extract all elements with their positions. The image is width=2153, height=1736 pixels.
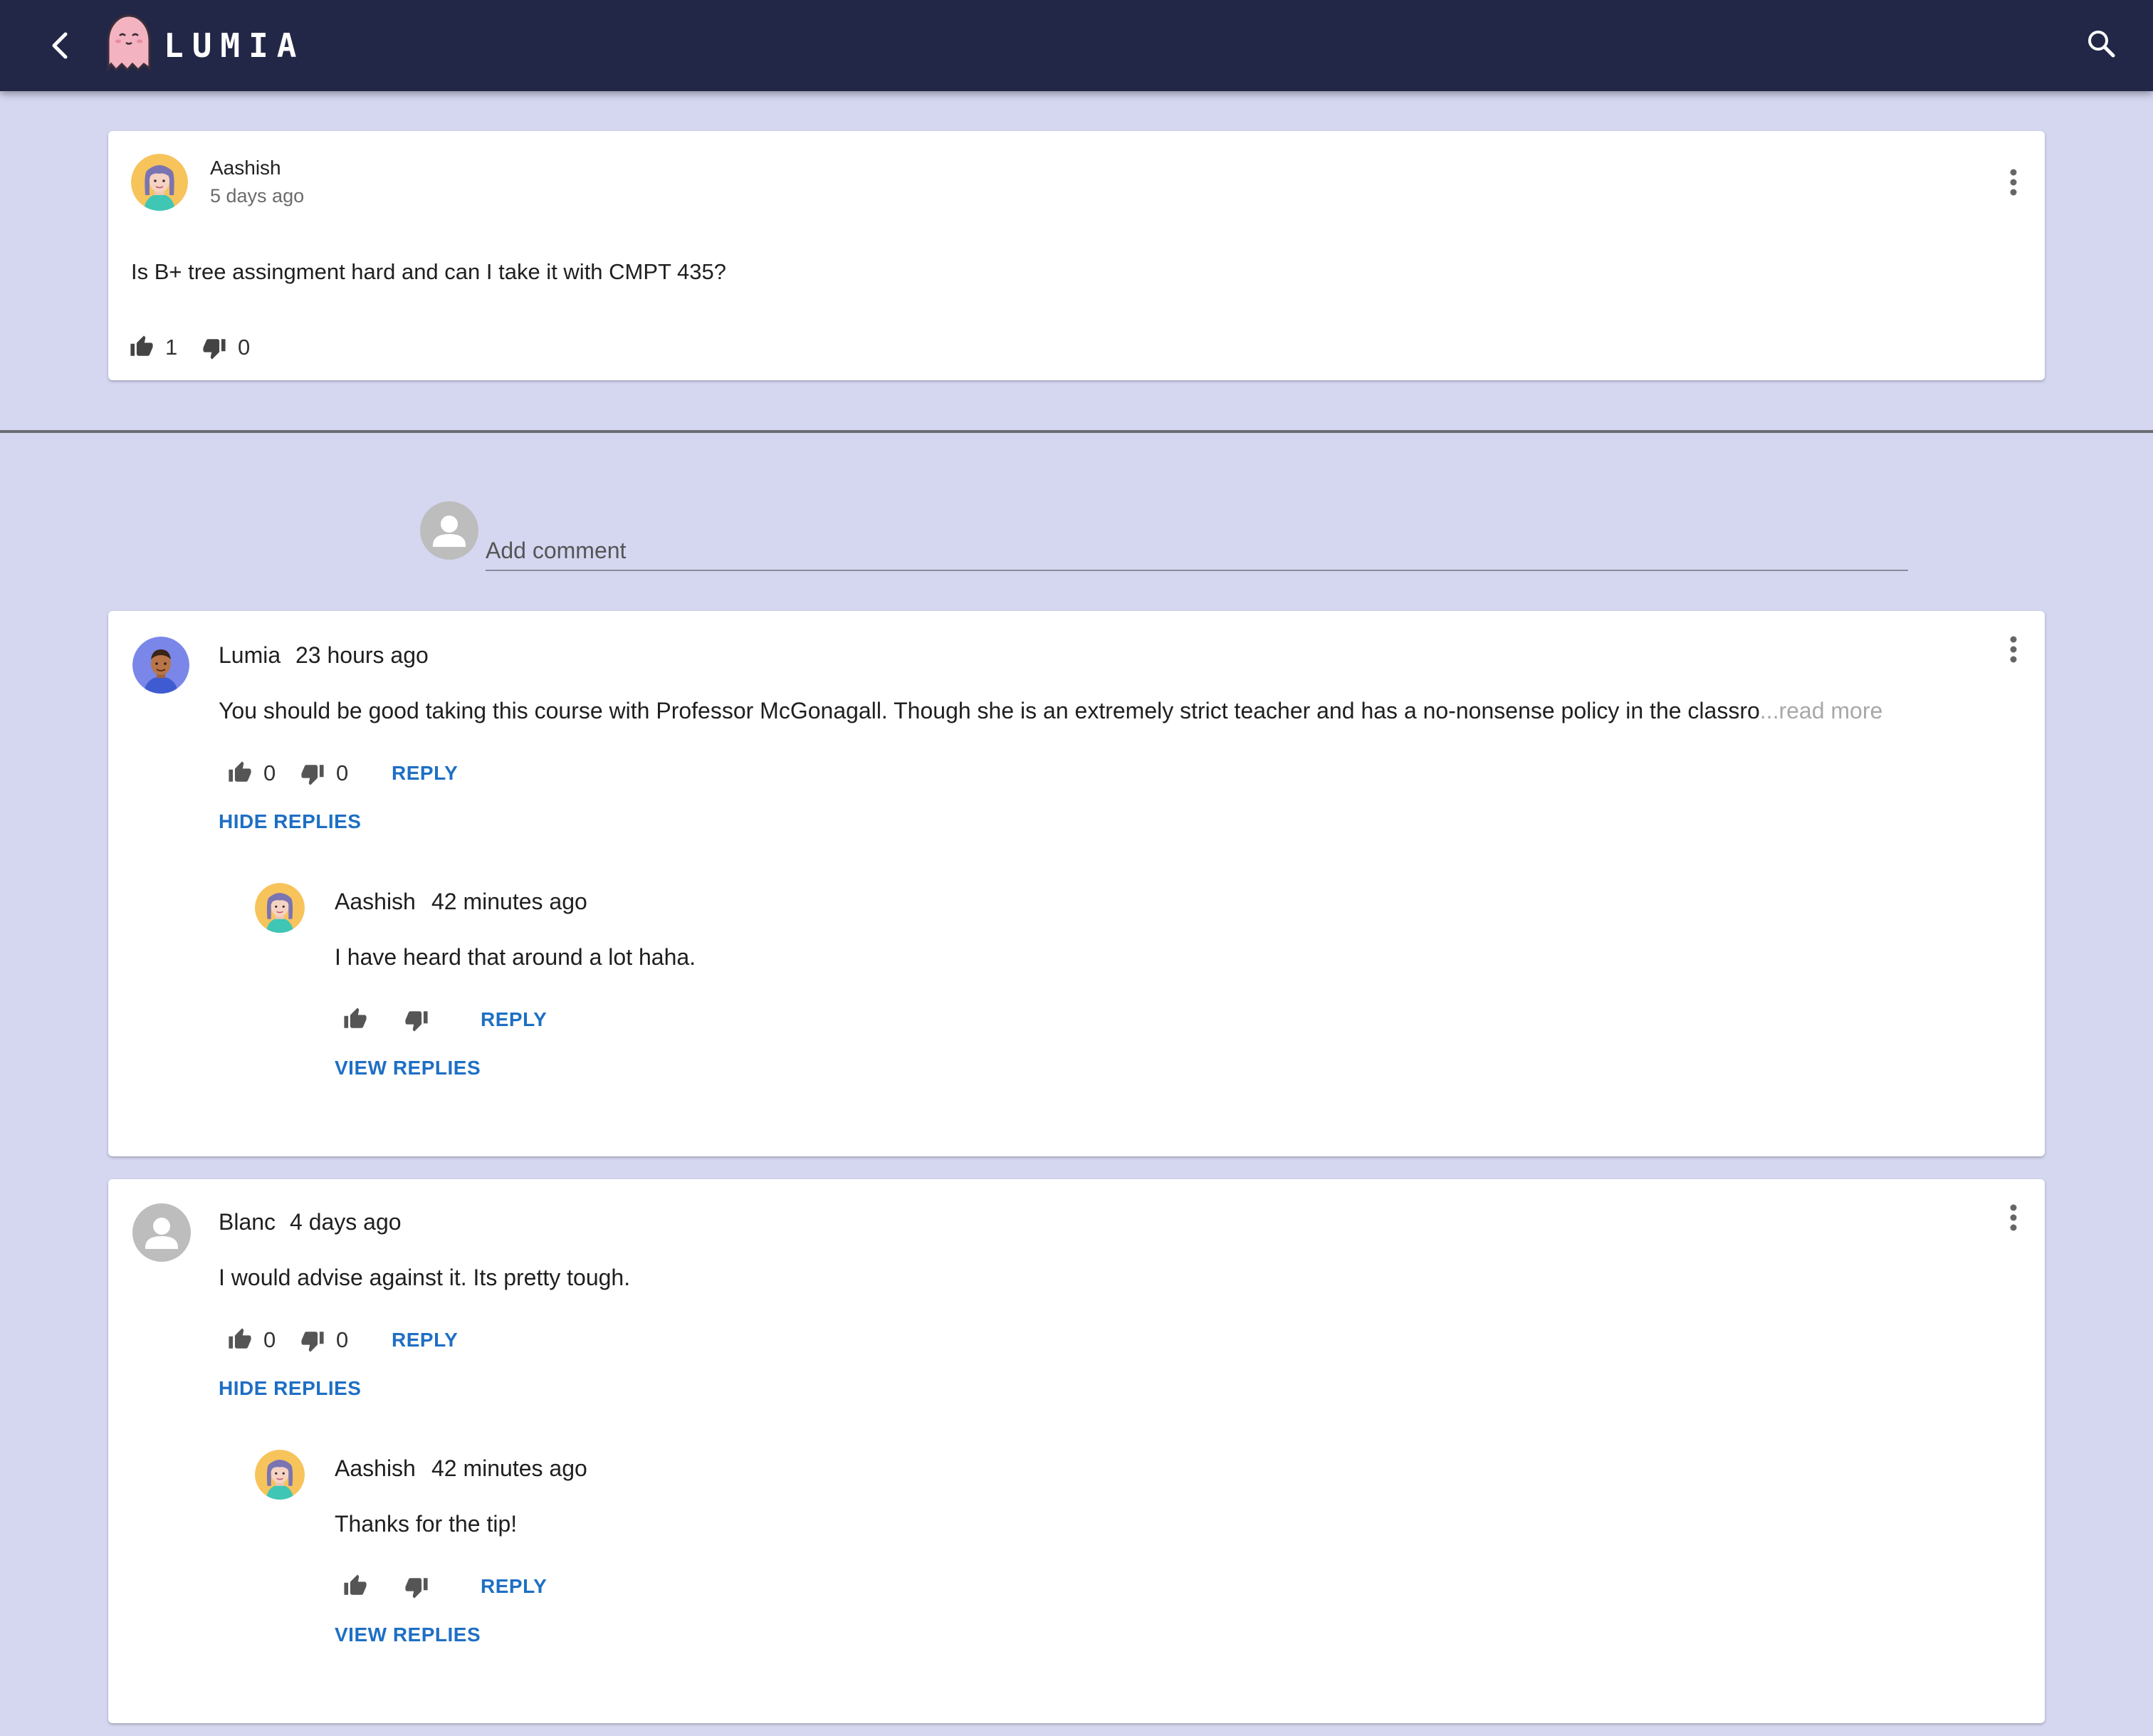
thumb-up-icon[interactable] bbox=[343, 1007, 367, 1031]
comment-author[interactable]: Lumia bbox=[219, 642, 281, 669]
search-icon[interactable] bbox=[2082, 24, 2122, 64]
reply-body: Thanks for the tip! bbox=[335, 1511, 518, 1537]
reply-author[interactable]: Aashish bbox=[335, 1455, 416, 1482]
section-divider bbox=[0, 430, 2153, 433]
thumb-up-icon[interactable] bbox=[228, 1327, 252, 1351]
avatar bbox=[132, 637, 189, 694]
back-arrow-icon[interactable] bbox=[41, 26, 81, 66]
thumb-down-icon[interactable] bbox=[404, 1575, 429, 1599]
person-icon bbox=[132, 1203, 191, 1262]
read-more-link[interactable]: ...read more bbox=[1760, 698, 1883, 723]
person-icon bbox=[420, 501, 478, 560]
comment-card: Blanc 4 days ago I would advise against … bbox=[108, 1179, 2045, 1723]
avatar bbox=[255, 883, 305, 933]
comment-timestamp: 4 days ago bbox=[290, 1209, 402, 1235]
ghost-logo-icon bbox=[104, 13, 154, 74]
reply-button[interactable]: REPLY bbox=[481, 1575, 547, 1598]
like-count: 0 bbox=[263, 1327, 276, 1352]
reply-timestamp: 42 minutes ago bbox=[431, 889, 587, 914]
thumb-up-icon[interactable] bbox=[343, 1574, 367, 1598]
thumb-up-icon[interactable] bbox=[130, 335, 154, 359]
avatar bbox=[255, 1450, 305, 1500]
post-card: Aashish 5 days ago Is B+ tree assingment… bbox=[108, 131, 2045, 380]
thumb-up-icon[interactable] bbox=[228, 760, 252, 785]
comment-body: I would advise against it. Its pretty to… bbox=[219, 1265, 631, 1290]
brand-name[interactable]: LUMIA bbox=[164, 24, 305, 67]
avatar bbox=[131, 154, 188, 211]
comment-text: You should be good taking this course wi… bbox=[219, 698, 1760, 723]
reply-button[interactable]: REPLY bbox=[392, 762, 458, 785]
app-bar: LUMIA bbox=[0, 0, 2153, 91]
comment-timestamp: 23 hours ago bbox=[295, 642, 429, 668]
post-author[interactable]: Aashish bbox=[210, 157, 281, 179]
thumb-down-icon[interactable] bbox=[300, 1329, 325, 1353]
thumb-down-icon[interactable] bbox=[300, 762, 325, 786]
hide-replies-button[interactable]: HIDE REPLIES bbox=[219, 810, 361, 833]
reply-author[interactable]: Aashish bbox=[335, 889, 416, 915]
post-body: Is B+ tree assingment hard and can I tak… bbox=[131, 259, 727, 284]
dislike-count: 0 bbox=[238, 335, 251, 360]
dislike-count: 0 bbox=[336, 1327, 349, 1352]
add-comment-input[interactable] bbox=[486, 531, 1908, 571]
like-count: 1 bbox=[165, 335, 178, 360]
reply-button[interactable]: REPLY bbox=[392, 1329, 458, 1351]
hide-replies-button[interactable]: HIDE REPLIES bbox=[219, 1377, 361, 1400]
thumb-down-icon[interactable] bbox=[202, 336, 226, 360]
view-replies-button[interactable]: VIEW REPLIES bbox=[335, 1057, 481, 1079]
more-vert-icon[interactable] bbox=[1999, 1196, 2028, 1239]
post-timestamp: 5 days ago bbox=[210, 185, 305, 206]
like-count: 0 bbox=[263, 760, 276, 785]
comment-author[interactable]: Blanc bbox=[219, 1209, 276, 1235]
more-vert-icon[interactable] bbox=[1999, 161, 2028, 204]
more-vert-icon[interactable] bbox=[1999, 628, 2028, 671]
comment-card: Lumia 23 hours ago You should be good ta… bbox=[108, 611, 2045, 1156]
dislike-count: 0 bbox=[336, 760, 349, 785]
reply-timestamp: 42 minutes ago bbox=[431, 1455, 587, 1481]
comment-body: You should be good taking this course wi… bbox=[219, 698, 1882, 724]
reply-button[interactable]: REPLY bbox=[481, 1008, 547, 1031]
thumb-down-icon[interactable] bbox=[404, 1008, 429, 1032]
view-replies-button[interactable]: VIEW REPLIES bbox=[335, 1623, 481, 1646]
reply-body: I have heard that around a lot haha. bbox=[335, 944, 696, 970]
